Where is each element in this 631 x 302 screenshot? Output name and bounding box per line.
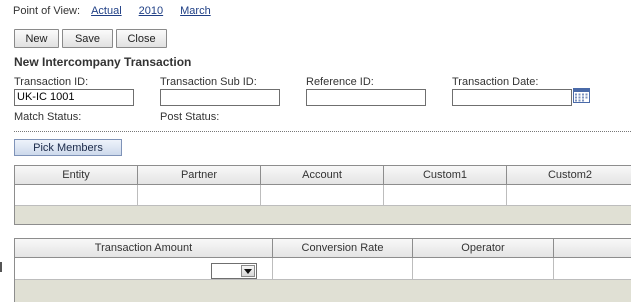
pov-scenario-link[interactable]: Actual	[91, 5, 122, 17]
custom1-cell[interactable]	[384, 185, 507, 205]
currency-select[interactable]	[211, 263, 257, 279]
column-header-conversion-rate[interactable]: Conversion Rate	[273, 239, 413, 257]
transaction-date-field[interactable]	[452, 89, 572, 106]
new-button[interactable]: New	[14, 29, 59, 48]
chevron-down-icon[interactable]	[241, 265, 255, 277]
conversion-rate-cell[interactable]	[273, 258, 413, 279]
column-header-custom2[interactable]: Custom2	[507, 166, 631, 184]
pick-members-button[interactable]: Pick Members	[14, 139, 122, 156]
members-grid-header: Entity Partner Account Custom1 Custom2	[15, 166, 631, 185]
extra-cell	[554, 258, 631, 279]
section-divider	[14, 131, 631, 132]
transaction-id-label: Transaction ID:	[14, 76, 89, 88]
entity-cell[interactable]	[15, 185, 138, 205]
toolbar: New Save Close	[14, 29, 167, 48]
custom2-cell[interactable]	[507, 185, 631, 205]
page-title: New Intercompany Transaction	[14, 55, 192, 69]
operator-cell[interactable]	[413, 258, 554, 279]
pov-label: Point of View:	[13, 5, 81, 17]
reference-id-label: Reference ID:	[306, 76, 374, 88]
row-marker	[0, 262, 2, 272]
transaction-id-field[interactable]: UK-IC 1001	[14, 89, 134, 106]
members-grid-footer	[15, 206, 631, 224]
transaction-sub-id-label: Transaction Sub ID:	[160, 76, 257, 88]
members-grid: Entity Partner Account Custom1 Custom2	[14, 165, 631, 225]
save-button[interactable]: Save	[62, 29, 113, 48]
column-header-extra	[554, 239, 631, 257]
table-row	[15, 258, 631, 280]
close-button[interactable]: Close	[116, 29, 167, 48]
partner-cell[interactable]	[138, 185, 261, 205]
post-status-label: Post Status:	[160, 111, 220, 123]
amount-grid: Transaction Amount Conversion Rate Opera…	[14, 238, 631, 302]
calendar-icon[interactable]	[573, 88, 590, 103]
pov-year-link[interactable]: 2010	[139, 5, 163, 17]
column-header-account[interactable]: Account	[261, 166, 384, 184]
account-cell[interactable]	[261, 185, 384, 205]
pov-period-link[interactable]: March	[180, 5, 211, 17]
transaction-date-label: Transaction Date:	[452, 76, 539, 88]
match-status-label: Match Status:	[14, 111, 82, 123]
amount-grid-footer	[15, 280, 631, 302]
column-header-custom1[interactable]: Custom1	[384, 166, 507, 184]
column-header-entity[interactable]: Entity	[15, 166, 138, 184]
table-row	[15, 185, 631, 206]
column-header-transaction-amount[interactable]: Transaction Amount	[15, 239, 273, 257]
amount-grid-header: Transaction Amount Conversion Rate Opera…	[15, 239, 631, 258]
reference-id-field[interactable]	[306, 89, 426, 106]
transaction-sub-id-field[interactable]	[160, 89, 280, 106]
column-header-operator[interactable]: Operator	[413, 239, 554, 257]
point-of-view-bar: Point of View: Actual 2010 March	[13, 5, 228, 17]
column-header-partner[interactable]: Partner	[138, 166, 261, 184]
